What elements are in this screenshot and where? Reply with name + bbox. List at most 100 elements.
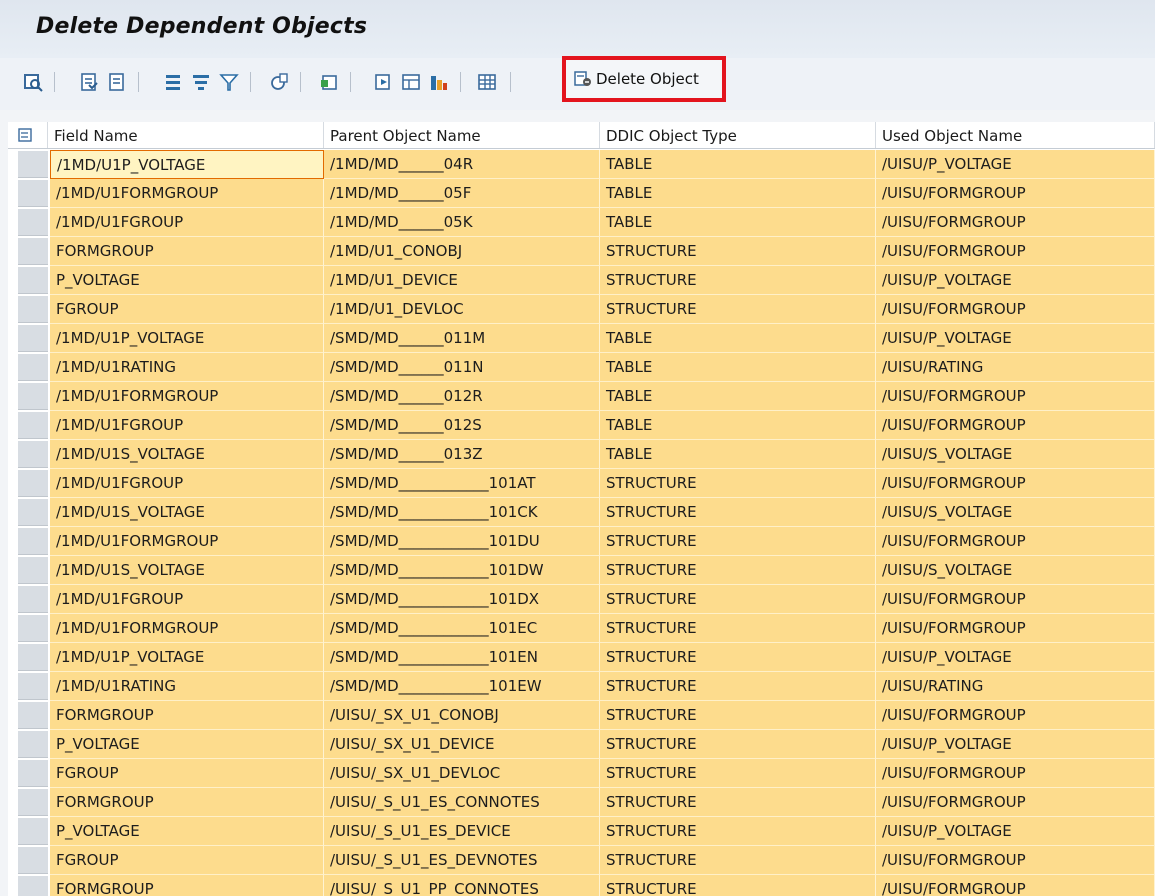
table-cell[interactable]: /1MD/U1FGROUP (50, 469, 324, 498)
table-row[interactable]: P_VOLTAGE/UISU/_S_U1_ES_DEVICE STRUCTURE /… (8, 817, 1155, 846)
table-cell[interactable]: STRUCTURE (600, 643, 876, 672)
table-cell[interactable]: /SMD/MD____________101DW (324, 556, 600, 585)
table-cell[interactable]: /UISU/_S_U1_ES_CONNOTES (324, 788, 600, 817)
table-cell[interactable]: STRUCTURE (600, 469, 876, 498)
table-cell[interactable]: /UISU/P_VOLTAGE (876, 730, 1155, 759)
row-selector[interactable] (18, 876, 48, 896)
table-cell[interactable]: P_VOLTAGE (50, 266, 324, 295)
table-cell[interactable]: /SMD/MD______012R (324, 382, 600, 411)
row-selector[interactable] (18, 731, 48, 758)
row-selector[interactable] (18, 760, 48, 787)
table-row[interactable]: /1MD/U1S_VOLTAGE/SMD/MD______013Z TABLE/U… (8, 440, 1155, 469)
grid-icon[interactable] (476, 71, 498, 93)
table-cell[interactable]: TABLE (600, 324, 876, 353)
export-icon[interactable] (318, 71, 340, 93)
row-selector[interactable] (18, 441, 48, 468)
row-selector[interactable] (18, 499, 48, 526)
table-cell[interactable]: /UISU/RATING (876, 672, 1155, 701)
table-cell[interactable]: FGROUP (50, 295, 324, 324)
table-row[interactable]: /1MD/U1FORMGROUP/SMD/MD______012R TABLE/U… (8, 382, 1155, 411)
table-row[interactable]: /1MD/U1P_VOLTAGE/1MD/MD______04R TABLE/UI… (8, 150, 1155, 179)
row-selector[interactable] (18, 615, 48, 642)
delete-object-button[interactable]: Delete Object (562, 56, 726, 102)
table-row[interactable]: /1MD/U1FGROUP/SMD/MD____________101AT STR… (8, 469, 1155, 498)
table-cell[interactable]: /UISU/FORMGROUP (876, 469, 1155, 498)
table-cell[interactable]: /UISU/FORMGROUP (876, 208, 1155, 237)
table-cell[interactable]: /1MD/U1P_VOLTAGE (50, 150, 324, 179)
table-cell[interactable]: FORMGROUP (50, 701, 324, 730)
table-row[interactable]: FGROUP/UISU/_SX_U1_DEVLOC STRUCTURE/UISU/… (8, 759, 1155, 788)
table-row[interactable]: FGROUP/UISU/_S_U1_ES_DEVNOTES STRUCTURE/U… (8, 846, 1155, 875)
table-cell[interactable]: /UISU/P_VOLTAGE (876, 643, 1155, 672)
table-cell[interactable]: STRUCTURE (600, 295, 876, 324)
table-cell[interactable]: STRUCTURE (600, 672, 876, 701)
table-cell[interactable]: /UISU/_SX_U1_CONOBJ (324, 701, 600, 730)
table-cell[interactable]: /1MD/U1FORMGROUP (50, 614, 324, 643)
column-settings-icon[interactable] (8, 122, 48, 148)
table-cell[interactable]: FORMGROUP (50, 788, 324, 817)
table-cell[interactable]: STRUCTURE (600, 614, 876, 643)
table-cell[interactable]: /SMD/MD______012S (324, 411, 600, 440)
table-cell[interactable]: /SMD/MD______013Z (324, 440, 600, 469)
table-cell[interactable]: /UISU/P_VOLTAGE (876, 324, 1155, 353)
table-cell[interactable]: /1MD/U1FGROUP (50, 208, 324, 237)
row-selector[interactable] (18, 557, 48, 584)
table-row[interactable]: /1MD/U1FORMGROUP/SMD/MD____________101DU… (8, 527, 1155, 556)
table-row[interactable]: FGROUP/1MD/U1_DEVLOC STRUCTURE/UISU/FORMG… (8, 295, 1155, 324)
table-row[interactable]: FORMGROUP/UISU/_S_U1_ES_CONNOTES STRUCTUR… (8, 788, 1155, 817)
table-row[interactable]: /1MD/U1P_VOLTAGE/SMD/MD______011M TABLE/U… (8, 324, 1155, 353)
sort-descending-icon[interactable] (190, 71, 212, 93)
table-cell[interactable]: STRUCTURE (600, 701, 876, 730)
row-selector[interactable] (18, 180, 48, 207)
table-cell[interactable]: /UISU/S_VOLTAGE (876, 498, 1155, 527)
table-cell[interactable]: /UISU/FORMGROUP (876, 237, 1155, 266)
table-cell[interactable]: STRUCTURE (600, 759, 876, 788)
table-cell[interactable]: TABLE (600, 440, 876, 469)
table-cell[interactable]: TABLE (600, 411, 876, 440)
table-row[interactable]: /1MD/U1RATING/SMD/MD______011N TABLE/UISU… (8, 353, 1155, 382)
table-cell[interactable]: /SMD/MD____________101DU (324, 527, 600, 556)
table-cell[interactable]: /UISU/_SX_U1_DEVICE (324, 730, 600, 759)
table-cell[interactable]: /1MD/U1S_VOLTAGE (50, 556, 324, 585)
row-selector[interactable] (18, 528, 48, 555)
table-row[interactable]: P_VOLTAGE/UISU/_SX_U1_DEVICE STRUCTURE/UI… (8, 730, 1155, 759)
table-cell[interactable]: /1MD/U1_CONOBJ (324, 237, 600, 266)
table-cell[interactable]: /UISU/FORMGROUP (876, 585, 1155, 614)
table-cell[interactable]: P_VOLTAGE (50, 817, 324, 846)
row-selector[interactable] (18, 702, 48, 729)
table-cell[interactable]: STRUCTURE (600, 788, 876, 817)
table-cell[interactable]: /UISU/_SX_U1_DEVLOC (324, 759, 600, 788)
table-cell[interactable]: /1MD/U1_DEVICE (324, 266, 600, 295)
table-cell[interactable]: /1MD/U1FORMGROUP (50, 527, 324, 556)
table-cell[interactable]: /SMD/MD____________101EC (324, 614, 600, 643)
table-cell[interactable]: /UISU/FORMGROUP (876, 788, 1155, 817)
table-cell[interactable]: /UISU/FORMGROUP (876, 179, 1155, 208)
row-selector[interactable] (18, 412, 48, 439)
table-cell[interactable]: FGROUP (50, 846, 324, 875)
row-selector[interactable] (18, 325, 48, 352)
table-cell[interactable]: STRUCTURE (600, 730, 876, 759)
table-cell[interactable]: /1MD/U1P_VOLTAGE (50, 643, 324, 672)
table-cell[interactable]: /1MD/U1FORMGROUP (50, 382, 324, 411)
table-cell[interactable]: /UISU/P_VOLTAGE (876, 266, 1155, 295)
row-selector[interactable] (18, 586, 48, 613)
row-selector[interactable] (18, 296, 48, 323)
table-cell[interactable]: /1MD/U1FGROUP (50, 585, 324, 614)
table-row[interactable]: /1MD/U1S_VOLTAGE/SMD/MD____________101DW… (8, 556, 1155, 585)
table-cell[interactable]: /1MD/U1RATING (50, 672, 324, 701)
table-cell[interactable]: /1MD/U1S_VOLTAGE (50, 498, 324, 527)
row-selector[interactable] (18, 818, 48, 845)
table-row[interactable]: /1MD/U1FGROUP/SMD/MD____________101DX STR… (8, 585, 1155, 614)
table-row[interactable]: /1MD/U1FGROUP/1MD/MD______05K TABLE/UISU/… (8, 208, 1155, 237)
column-header-used-object-name[interactable]: Used Object Name (876, 122, 1155, 148)
total-icon[interactable] (268, 71, 290, 93)
table-cell[interactable]: /UISU/P_VOLTAGE (876, 150, 1155, 179)
table-row[interactable]: /1MD/U1FORMGROUP/SMD/MD____________101EC… (8, 614, 1155, 643)
table-cell[interactable]: /1MD/U1P_VOLTAGE (50, 324, 324, 353)
table-cell[interactable]: STRUCTURE (600, 846, 876, 875)
chart-icon[interactable] (428, 71, 450, 93)
select-all-icon[interactable] (78, 71, 100, 93)
column-header-field-name[interactable]: Field Name (48, 122, 324, 148)
filter-icon[interactable] (218, 71, 240, 93)
table-cell[interactable]: STRUCTURE (600, 237, 876, 266)
